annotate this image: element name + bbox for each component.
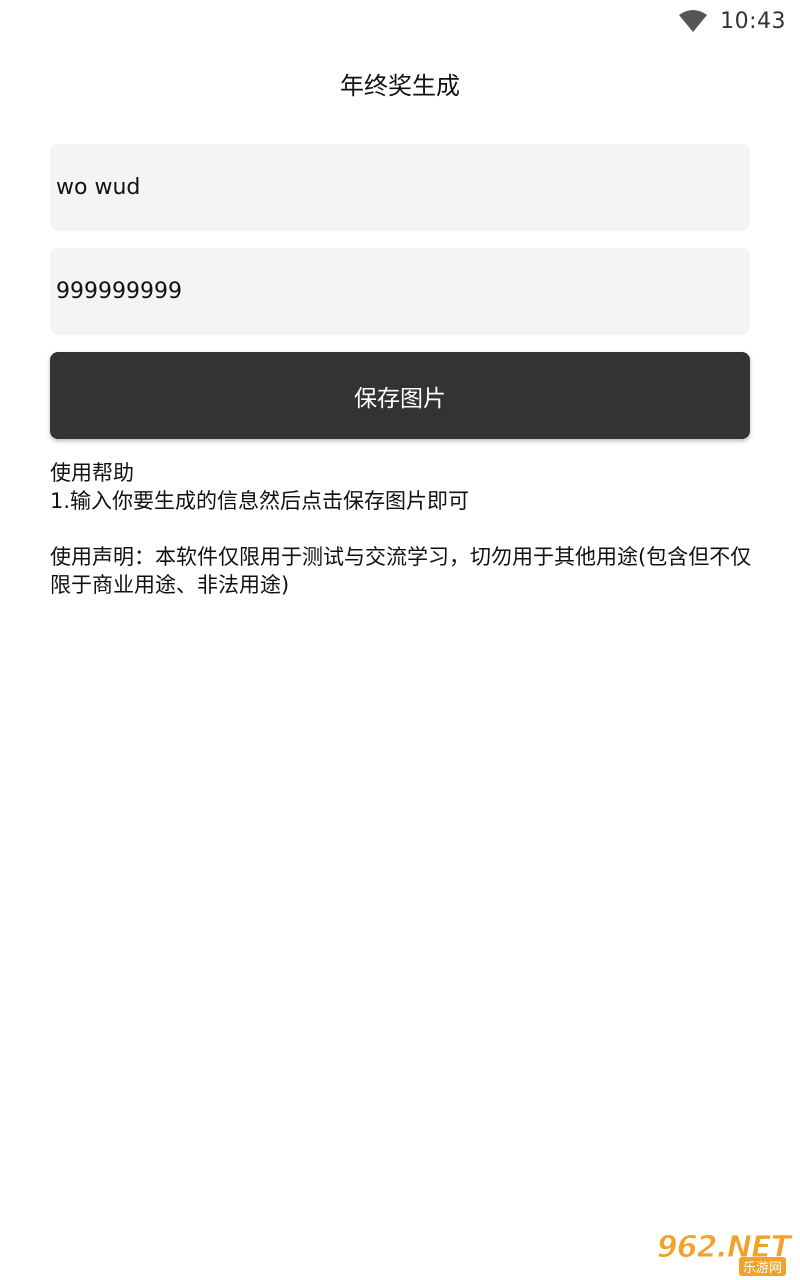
wifi-icon [679, 10, 708, 32]
app-screen: 10:43 年终奖生成 保存图片 使用帮助 1.输入你要生成的信息然后点击保存图… [0, 0, 800, 1280]
status-bar: 10:43 [0, 0, 800, 42]
amount-input[interactable] [50, 248, 750, 335]
help-heading: 使用帮助 [50, 461, 134, 485]
name-input[interactable] [50, 144, 750, 231]
watermark-sub: 乐游网 [738, 1257, 786, 1276]
save-image-button[interactable]: 保存图片 [50, 352, 750, 439]
watermark-logo: 962.NET 乐游网 [654, 1230, 794, 1276]
page-title: 年终奖生成 [340, 72, 460, 100]
disclaimer-text: 使用声明：本软件仅限用于测试与交流学习，切勿用于其他用途(包含但不仅限于商业用途… [50, 545, 752, 597]
help-step: 1.输入你要生成的信息然后点击保存图片即可 [50, 489, 470, 513]
status-time: 10:43 [720, 8, 786, 34]
help-section: 使用帮助 1.输入你要生成的信息然后点击保存图片即可 使用声明：本软件仅限用于测… [50, 459, 760, 599]
